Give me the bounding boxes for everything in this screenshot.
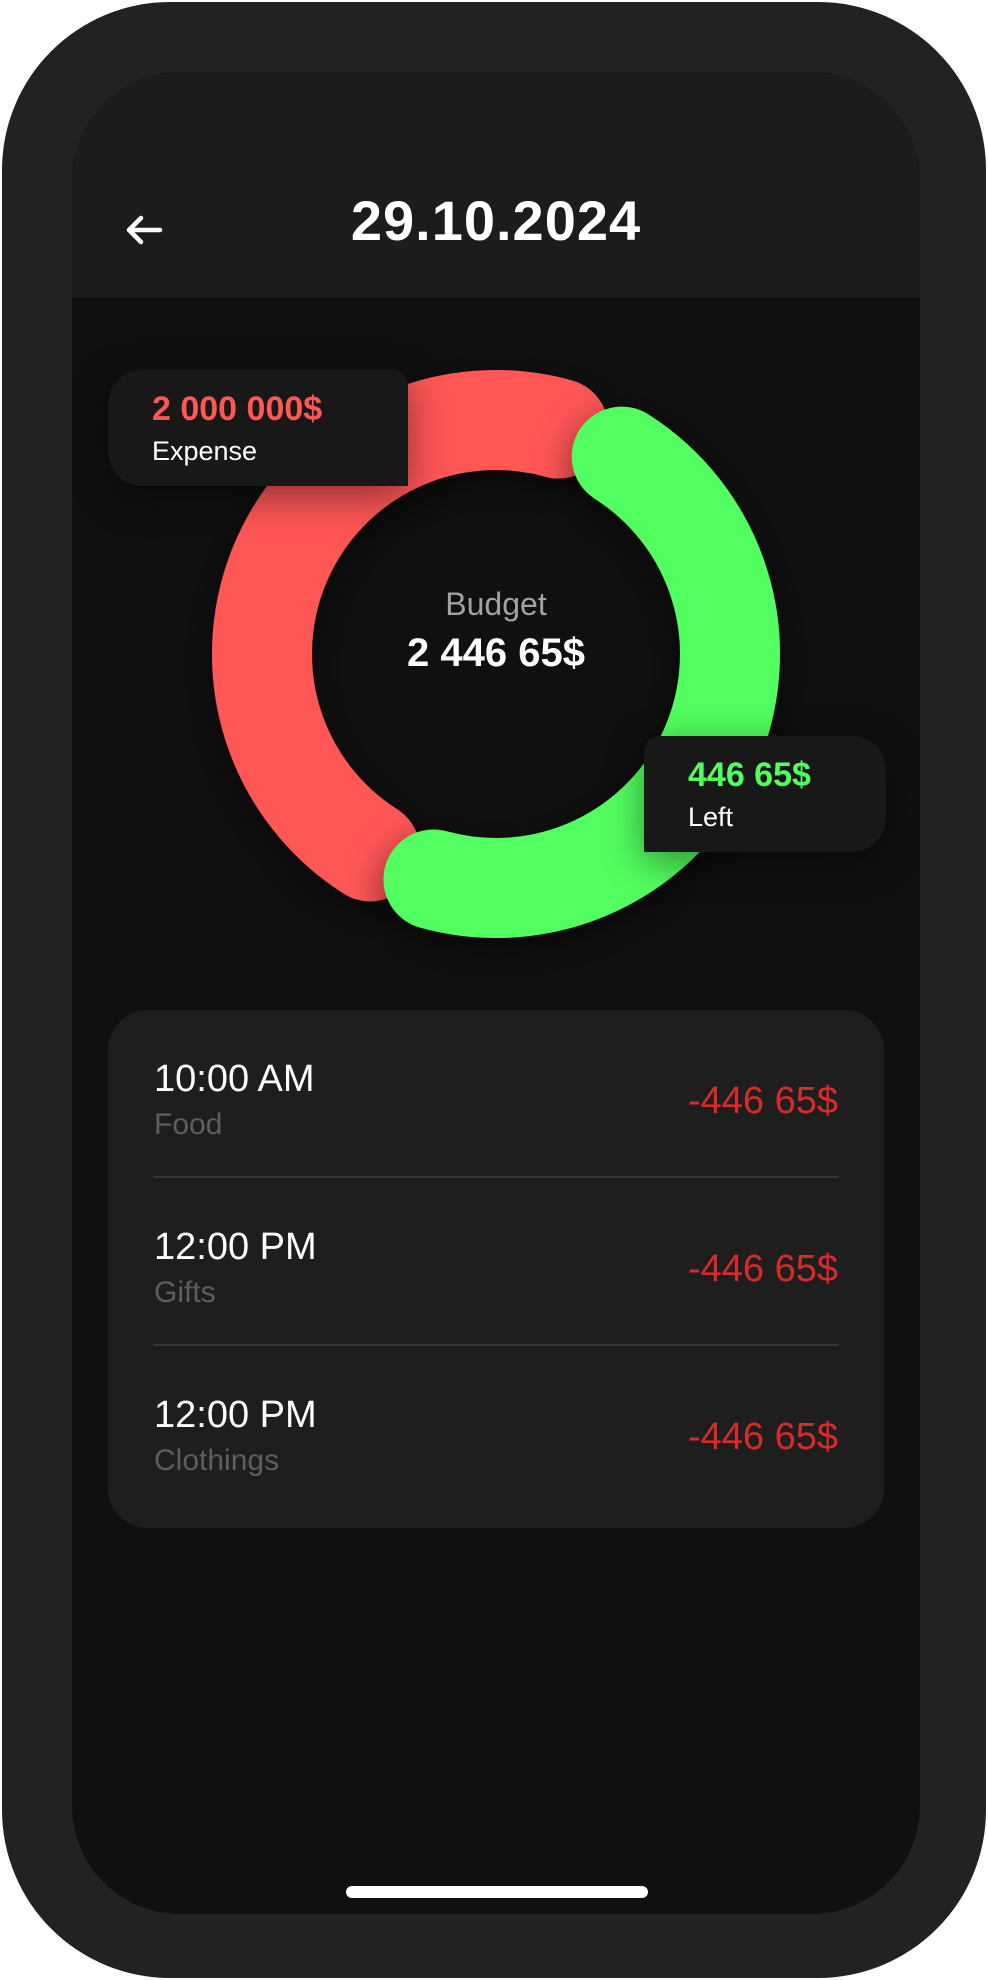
transaction-row[interactable]: 10:00 AM Food -446 65$ xyxy=(154,1010,838,1178)
phone-frame: 29.10.2024 Budget 2 446 65$ 2 000 000$ E… xyxy=(2,2,986,1978)
budget-label: Budget xyxy=(445,586,547,622)
transaction-row[interactable]: 12:00 PM Clothings -446 65$ xyxy=(154,1346,838,1514)
home-indicator xyxy=(346,1886,648,1898)
budget-donut-chart xyxy=(212,370,780,938)
transaction-amount: -446 65$ xyxy=(687,1248,838,1290)
transactions-list: 10:00 AM Food -446 65$ 12:00 PM Gifts -4… xyxy=(108,1010,884,1528)
transaction-category: Food xyxy=(154,1108,223,1141)
app-screen: 29.10.2024 Budget 2 446 65$ 2 000 000$ E… xyxy=(72,72,920,1914)
expense-label: Expense xyxy=(152,436,258,466)
transaction-row[interactable]: 12:00 PM Gifts -446 65$ xyxy=(154,1178,838,1346)
left-callout: 446 65$ Left xyxy=(644,736,886,852)
transaction-amount: -446 65$ xyxy=(687,1080,838,1122)
transaction-time: 10:00 AM xyxy=(154,1058,315,1100)
left-label: Left xyxy=(688,802,734,832)
transaction-time: 12:00 PM xyxy=(154,1226,317,1268)
transaction-time: 12:00 PM xyxy=(154,1394,317,1436)
budget-total: 2 446 65$ xyxy=(407,631,585,675)
transaction-category: Clothings xyxy=(154,1444,280,1477)
expense-callout: 2 000 000$ Expense xyxy=(108,370,408,486)
left-value: 446 65$ xyxy=(688,756,811,794)
expense-value: 2 000 000$ xyxy=(152,390,323,428)
transaction-amount: -446 65$ xyxy=(687,1416,838,1458)
transaction-category: Gifts xyxy=(154,1276,216,1309)
